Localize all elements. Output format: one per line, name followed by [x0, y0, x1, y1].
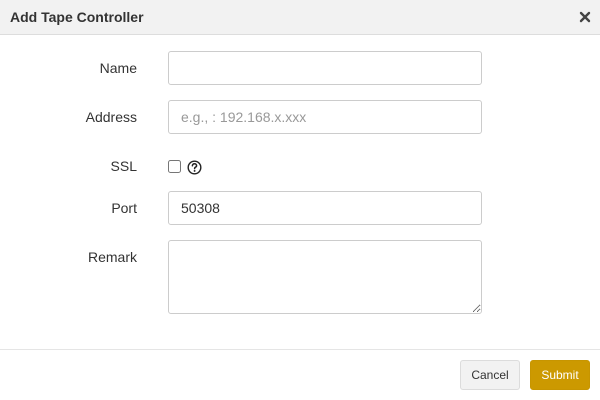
remark-textarea[interactable]: [168, 240, 482, 314]
name-label: Name: [99, 60, 137, 76]
address-label: Address: [85, 109, 137, 125]
remark-label: Remark: [87, 249, 137, 265]
close-icon[interactable]: [576, 8, 594, 26]
cancel-button[interactable]: Cancel: [460, 360, 520, 390]
question-circle-icon[interactable]: [187, 160, 202, 175]
submit-button[interactable]: Submit: [530, 360, 590, 390]
ssl-label: SSL: [110, 158, 137, 174]
dialog-header: Add Tape Controller: [0, 0, 600, 35]
add-tape-controller-dialog: Add Tape Controller Name Address SSL Por…: [0, 0, 600, 400]
footer-divider: [0, 349, 600, 350]
ssl-checkbox[interactable]: [168, 160, 181, 173]
port-input[interactable]: [168, 191, 482, 225]
name-input[interactable]: [168, 51, 482, 85]
port-label: Port: [111, 200, 137, 216]
address-input[interactable]: [168, 100, 482, 134]
dialog-title: Add Tape Controller: [10, 9, 144, 25]
